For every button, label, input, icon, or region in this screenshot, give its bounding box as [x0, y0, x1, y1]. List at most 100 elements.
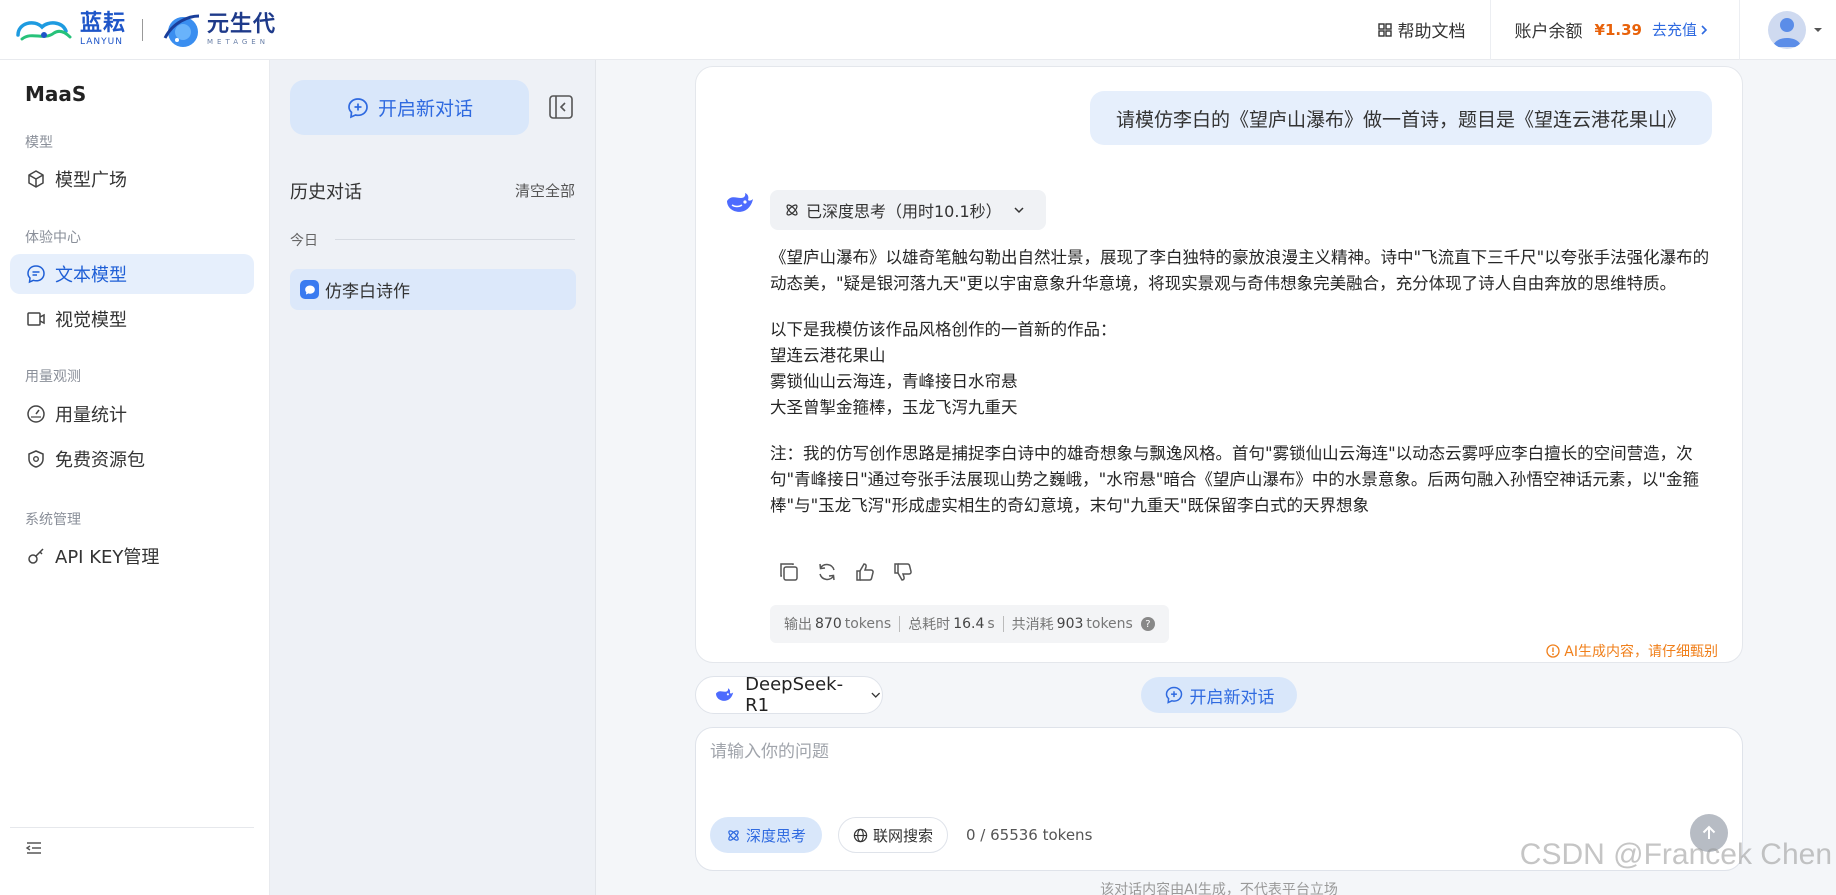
stats-divider	[899, 616, 901, 632]
sidebar-item-vision-model[interactable]: 视觉模型	[10, 299, 254, 339]
thumbs-down-icon	[894, 563, 912, 581]
group-label-system: 系统管理	[25, 512, 81, 528]
watermark-text: CSDN @Francek Chen	[1519, 838, 1832, 871]
chat-conversation: 请模仿李白的《望庐山瀑布》做一首诗，题目是《望连云港花果山》 已深度思考（用时1…	[695, 66, 1743, 663]
message-actions	[776, 559, 916, 585]
atom-icon	[728, 829, 739, 841]
logo-lanyun[interactable]: 蓝耘 LANYUN 元生代 METAGEN	[14, 8, 276, 52]
thumbs-up-icon	[856, 563, 874, 581]
clear-all-button[interactable]: 清空全部	[515, 180, 575, 201]
time-unit: s	[987, 616, 995, 632]
answer-paragraph: 《望庐山瀑布》以雄奇笔触勾勒出自然壮景，展现了李白独特的豪放浪漫主义精神。诗中"…	[770, 248, 1710, 293]
sidebar-item-label: 用量统计	[55, 405, 127, 426]
assistant-answer: 《望庐山瀑布》以雄奇笔触勾勒出自然壮景，展现了李白独特的豪放浪漫主义精神。诗中"…	[770, 245, 1710, 539]
time-value: 16.4	[953, 616, 985, 632]
token-stats: 输出 870 tokens 总耗时 16.4 s 共消耗 903 tokens …	[770, 605, 1169, 643]
sidebar-item-model-square[interactable]: 模型广场	[10, 159, 254, 199]
metagen-text-cn: 元生代	[207, 11, 277, 37]
chat-plus-icon	[1165, 686, 1182, 704]
time-label: 总耗时	[908, 617, 951, 633]
regenerate-button[interactable]	[814, 559, 840, 585]
model-selector[interactable]: DeepSeek-R1	[695, 674, 883, 716]
sidebar-item-label: 模型广场	[55, 170, 127, 191]
panel-collapse-icon[interactable]	[548, 94, 574, 120]
logo-text-en: LANYUN	[80, 36, 123, 47]
dislike-button[interactable]	[890, 559, 916, 585]
logo-text-cn: 蓝耘	[80, 10, 127, 36]
total-label: 共消耗	[1011, 617, 1054, 633]
history-item[interactable]: 仿李白诗作	[290, 269, 576, 310]
sidebar-item-label: 文本模型	[55, 265, 127, 286]
top-header: 蓝耘 LANYUN 元生代 METAGEN 帮助文档 账户余额 ¥1.39 去充…	[0, 0, 1836, 60]
video-icon	[27, 312, 45, 326]
date-group-divider	[335, 239, 575, 240]
user-message: 请模仿李白的《望庐山瀑布》做一首诗，题目是《望连云港花果山》	[1089, 91, 1712, 145]
token-counter: 0 / 65536 tokens	[966, 826, 1093, 844]
chat-bubble-icon	[300, 280, 319, 299]
collapse-menu-icon[interactable]	[24, 838, 44, 858]
total-unit: tokens	[1086, 616, 1133, 632]
poem-intro: 以下是我模仿该作品风格创作的一首新的作品：	[770, 320, 1117, 339]
chat-icon	[27, 265, 45, 284]
help-question-icon[interactable]: ?	[1140, 617, 1155, 631]
total-value: 903	[1056, 616, 1084, 632]
like-button[interactable]	[852, 559, 878, 585]
history-title: 历史对话	[290, 182, 362, 203]
poem-line: 雾锁仙山云海连，青峰接日水帘悬	[770, 372, 1018, 391]
info-circle-icon	[1546, 644, 1560, 658]
ai-warning-text: AI生成内容，请仔细甄别	[1564, 644, 1718, 660]
deepseek-whale-icon	[715, 688, 734, 701]
date-group-today: 今日	[290, 233, 318, 249]
history-panel: 开启新对话 历史对话 清空全部 今日 仿李白诗作	[270, 60, 596, 895]
web-search-button[interactable]: 联网搜索	[838, 817, 949, 853]
globe-icon	[853, 828, 868, 842]
new-chat-button[interactable]: 开启新对话	[290, 80, 529, 135]
group-label-model: 模型	[25, 135, 53, 151]
sidebar-item-label: 视觉模型	[55, 310, 127, 331]
key-icon	[28, 548, 44, 564]
balance-amount: ¥1.39	[1594, 20, 1642, 39]
poem-line: 大圣曾掣金箍棒，玉龙飞泻九重天	[770, 398, 1018, 417]
new-chat-button[interactable]: 开启新对话	[1141, 677, 1297, 713]
balance-label: 账户余额	[1514, 22, 1583, 42]
sidebar-item-text-model[interactable]: 文本模型	[10, 254, 254, 294]
main-content: 请模仿李白的《望庐山瀑布》做一首诗，题目是《望连云港花果山》 已深度思考（用时1…	[596, 60, 1836, 895]
copy-icon	[780, 563, 798, 581]
logo-divider	[142, 18, 144, 41]
question-input[interactable]	[710, 742, 1610, 762]
user-menu[interactable]	[1740, 0, 1836, 60]
sidebar-item-usage-stats[interactable]: 用量统计	[10, 394, 254, 434]
history-item-label: 仿李白诗作	[325, 282, 410, 302]
sidebar-divider	[10, 827, 254, 828]
chevron-down-icon	[870, 692, 880, 698]
group-label-experience: 体验中心	[25, 230, 81, 246]
output-unit: tokens	[844, 616, 892, 632]
sidebar-item-label: API KEY管理	[55, 547, 160, 568]
sidebar-item-label: 免费资源包	[55, 450, 145, 471]
deep-think-toggle[interactable]: 已深度思考（用时10.1秒）	[770, 190, 1046, 230]
answer-poem: 以下是我模仿该作品风格创作的一首新的作品： 望连云港花果山 雾锁仙山云海连，青峰…	[770, 317, 1710, 421]
recharge-label: 去充值	[1651, 21, 1697, 39]
chat-plus-icon	[348, 97, 368, 118]
recharge-link[interactable]: 去充值	[1652, 19, 1711, 40]
answer-note: 注：我的仿写创作思路是捕捉李白诗中的雄奇想象与飘逸风格。首句"雾锁仙山云海连"以…	[770, 444, 1699, 515]
help-docs-link[interactable]: 帮助文档	[1354, 0, 1491, 60]
copy-button[interactable]	[776, 559, 802, 585]
deep-think-button[interactable]: 深度思考	[710, 817, 823, 853]
avatar	[1768, 10, 1806, 49]
lanyun-logo-icon	[14, 15, 74, 45]
model-name: DeepSeek-R1	[745, 674, 844, 716]
chevron-right-icon	[1701, 24, 1708, 35]
metagen-text-en: METAGEN	[207, 37, 269, 46]
poem-title: 望连云港花果山	[770, 346, 886, 365]
caret-down-icon	[1814, 27, 1822, 32]
grid-icon	[1377, 22, 1392, 37]
new-chat-label: 开启新对话	[377, 98, 473, 120]
group-label-usage: 用量观测	[25, 369, 81, 385]
sidebar-item-api-key[interactable]: API KEY管理	[10, 536, 254, 576]
refresh-icon	[819, 563, 835, 581]
deep-think-label: 深度思考	[746, 826, 807, 845]
sidebar-item-free-package[interactable]: 免费资源包	[10, 439, 254, 479]
chevron-down-icon	[1014, 207, 1024, 214]
atom-icon	[786, 204, 798, 216]
